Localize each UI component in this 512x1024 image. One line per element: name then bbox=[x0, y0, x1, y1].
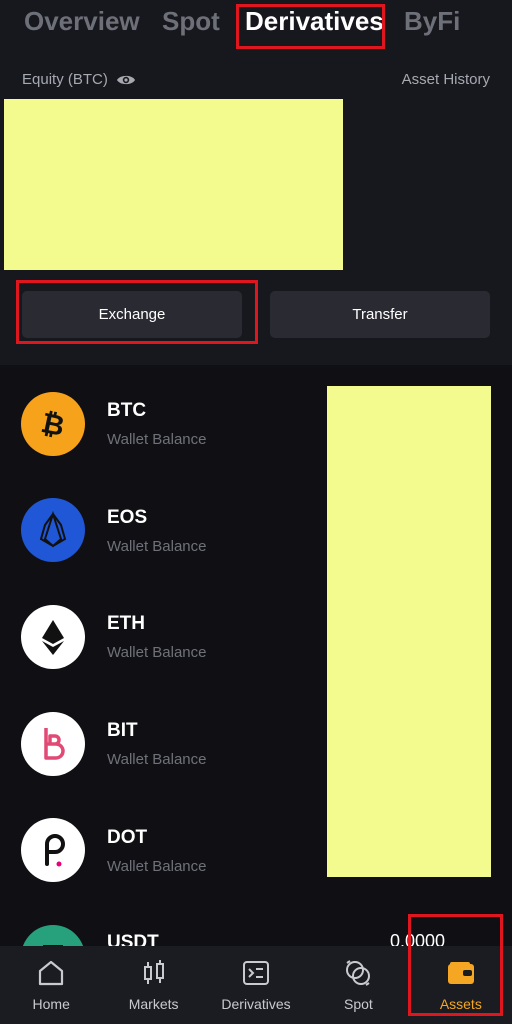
asset-subtitle: Wallet Balance bbox=[107, 858, 207, 875]
nav-spot[interactable]: Spot bbox=[307, 946, 409, 1024]
equity-label: Equity (BTC) bbox=[22, 71, 136, 88]
nav-markets[interactable]: Markets bbox=[102, 946, 204, 1024]
wallet-icon bbox=[447, 962, 474, 984]
asset-subtitle: Wallet Balance bbox=[107, 644, 207, 661]
eye-icon[interactable] bbox=[116, 73, 136, 87]
exchange-button[interactable]: Exchange bbox=[22, 291, 242, 338]
nav-label: Spot bbox=[344, 996, 373, 1012]
redacted-values bbox=[327, 386, 491, 877]
equity-text: Equity (BTC) bbox=[22, 71, 108, 88]
transfer-button[interactable]: Transfer bbox=[270, 291, 490, 338]
bottom-nav: Home Markets Derivatives Spot Assets bbox=[0, 946, 512, 1024]
eos-icon bbox=[21, 498, 85, 562]
tab-derivatives[interactable]: Derivatives bbox=[245, 4, 384, 38]
bit-icon bbox=[21, 712, 85, 776]
bitcoin-icon: ₿ bbox=[21, 392, 85, 456]
nav-label: Assets bbox=[439, 996, 482, 1012]
top-panel: Overview Spot Derivatives ByFi Equity (B… bbox=[0, 0, 512, 365]
redacted-balance bbox=[4, 99, 343, 270]
asset-symbol: BIT bbox=[107, 720, 138, 741]
asset-symbol: EOS bbox=[107, 507, 148, 528]
swap-circles-icon bbox=[346, 960, 371, 986]
candlestick-icon bbox=[143, 960, 164, 984]
nav-label: Home bbox=[32, 996, 70, 1012]
asset-subtitle: Wallet Balance bbox=[107, 538, 207, 555]
tab-spot[interactable]: Spot bbox=[162, 4, 220, 38]
asset-history-link[interactable]: Asset History bbox=[402, 71, 490, 88]
asset-symbol: DOT bbox=[107, 827, 148, 848]
nav-label: Derivatives bbox=[221, 996, 291, 1012]
nav-assets[interactable]: Assets bbox=[410, 946, 512, 1024]
svg-text:₿: ₿ bbox=[38, 406, 67, 443]
nav-derivatives[interactable]: Derivatives bbox=[205, 946, 307, 1024]
nav-label: Markets bbox=[128, 996, 179, 1012]
polkadot-icon bbox=[21, 818, 85, 882]
tab-bar: Overview Spot Derivatives ByFi bbox=[0, 0, 512, 52]
asset-symbol: ETH bbox=[107, 613, 145, 634]
ethereum-icon bbox=[21, 605, 85, 669]
asset-subtitle: Wallet Balance bbox=[107, 751, 207, 768]
asset-symbol: BTC bbox=[107, 400, 147, 421]
home-icon bbox=[39, 960, 64, 986]
nav-home[interactable]: Home bbox=[0, 946, 102, 1024]
tab-overview[interactable]: Overview bbox=[24, 4, 140, 38]
tab-byfi[interactable]: ByFi bbox=[404, 4, 460, 38]
asset-subtitle: Wallet Balance bbox=[107, 431, 207, 448]
terminal-icon bbox=[243, 961, 270, 985]
